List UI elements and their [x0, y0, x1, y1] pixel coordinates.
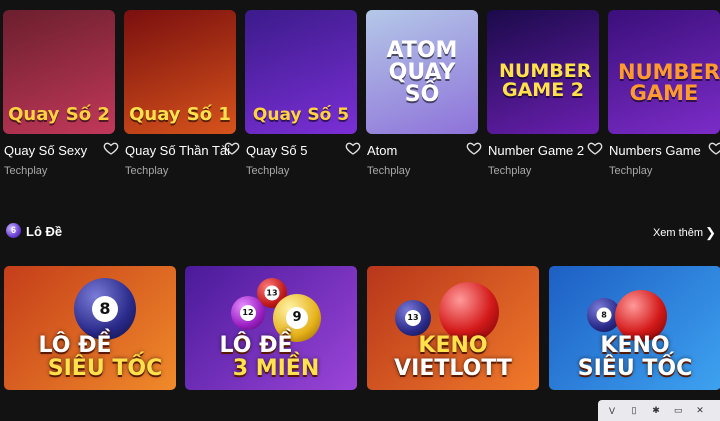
game-thumbnail-text: ATOM QUAY SỐ	[386, 38, 458, 107]
lottery-ball: 12	[231, 296, 265, 330]
game-thumbnail[interactable]: NUMBER GAME 2	[487, 10, 599, 134]
heart-icon[interactable]	[587, 140, 603, 156]
lottery-ball-icon: 6	[6, 223, 21, 238]
game-thumbnail[interactable]: NUMBER GAME	[608, 10, 720, 134]
lottery-banner-text: KENO VIETLOTT	[367, 334, 539, 380]
chevron-right-icon[interactable]: ❯	[705, 226, 716, 239]
game-thumbnail-text: Quay Số 5	[252, 105, 350, 125]
lottery-banner-line1: KENO	[600, 332, 670, 358]
game-provider: Techplay	[609, 165, 653, 177]
lottery-banner-line1: LÔ ĐỀ	[219, 332, 293, 358]
heart-icon[interactable]	[103, 140, 119, 156]
game-card[interactable]: Quay Số 5 Quay Số 5 Techplay	[245, 10, 361, 180]
lottery-ball-number: 8	[92, 296, 118, 322]
lottery-banner-line2: SIÊU TỐC	[577, 355, 693, 381]
system-toolbar: V ▯ ✱ ▭ ✕	[598, 400, 720, 421]
toolbar-item[interactable]: ✕	[696, 405, 704, 416]
game-thumbnail-text: Quay Số 1	[129, 104, 231, 125]
game-title[interactable]: Number Game 2	[488, 143, 584, 158]
heart-icon[interactable]	[466, 140, 482, 156]
game-provider: Techplay	[246, 165, 290, 177]
lottery-banner-line2: SIÊU TỐC	[47, 355, 163, 381]
game-grid: Quay Số 2 Quay Số Sexy Techplay Quay Số …	[3, 10, 720, 185]
lottery-ball-number: 13	[405, 310, 421, 326]
game-title[interactable]: Quay Số 5	[246, 143, 307, 158]
lottery-banner[interactable]: 13 12 9 LÔ ĐỀ 3 MIỀN	[185, 266, 357, 390]
see-more-link[interactable]: Xem thêm ❯	[653, 226, 716, 239]
game-thumbnail-text: NUMBER GAME 2	[499, 60, 592, 101]
lottery-ball-number: 8	[596, 307, 612, 323]
see-more-label[interactable]: Xem thêm	[653, 227, 703, 239]
game-card[interactable]: NUMBER GAME 2 Number Game 2 Techplay	[487, 10, 603, 180]
lottery-banner-row: 8 LÔ ĐỀ SIÊU TỐC 13 12 9 LÔ ĐỀ 3 MIỀN 13…	[4, 266, 720, 392]
game-provider: Techplay	[367, 165, 411, 177]
game-card[interactable]: NUMBER GAME Numbers Game Techplay	[608, 10, 720, 180]
lottery-banner-text: LÔ ĐỀ SIÊU TỐC	[4, 334, 176, 380]
game-thumbnail-text: NUMBER GAME	[618, 60, 720, 105]
lottery-banner-text: KENO SIÊU TỐC	[549, 334, 720, 380]
game-card[interactable]: Quay Số 1 Quay Số Thần Tài Techplay	[124, 10, 240, 180]
lottery-ball: 13	[395, 300, 431, 336]
lottery-banner[interactable]: 13 KENO VIETLOTT	[367, 266, 539, 390]
toolbar-item[interactable]: V	[608, 406, 616, 416]
section-title: Lô Đề	[26, 224, 63, 239]
heart-icon[interactable]	[224, 140, 240, 156]
lottery-banner-line1: LÔ ĐỀ	[38, 332, 112, 358]
game-provider: Techplay	[125, 165, 169, 177]
lottery-banner-line1: KENO	[418, 332, 488, 358]
game-provider: Techplay	[4, 165, 48, 177]
toolbar-item[interactable]: ▯	[630, 405, 638, 416]
toolbar-item[interactable]: ▭	[674, 405, 683, 416]
game-thumbnail-text: Quay Số 2	[8, 104, 110, 125]
game-thumbnail[interactable]: Quay Số 5	[245, 10, 357, 134]
lottery-banner[interactable]: 8 LÔ ĐỀ SIÊU TỐC	[4, 266, 176, 390]
game-title[interactable]: Atom	[367, 143, 397, 158]
game-provider: Techplay	[488, 165, 532, 177]
lottery-ball: 8	[74, 278, 136, 340]
lottery-ball-number: 9	[286, 307, 308, 329]
toolbar-item[interactable]: ✱	[652, 405, 660, 416]
lottery-banner[interactable]: 8 KENO SIÊU TỐC	[549, 266, 720, 390]
heart-icon[interactable]	[345, 140, 361, 156]
game-title[interactable]: Numbers Game	[609, 143, 701, 158]
heart-icon[interactable]	[708, 140, 720, 156]
game-thumbnail[interactable]: ATOM QUAY SỐ	[366, 10, 478, 134]
lottery-ball-number: 12	[240, 305, 256, 321]
game-thumbnail[interactable]: Quay Số 2	[3, 10, 115, 134]
game-thumbnail[interactable]: Quay Số 1	[124, 10, 236, 134]
lottery-banner-text: LÔ ĐỀ 3 MIỀN	[185, 334, 357, 380]
game-card[interactable]: ATOM QUAY SỐ Atom Techplay	[366, 10, 482, 180]
lottery-ball-number: 13	[264, 285, 280, 301]
lottery-banner-line2: VIETLOTT	[394, 355, 512, 381]
section-header: 6 Lô Đề Xem thêm ❯	[6, 222, 718, 242]
game-title[interactable]: Quay Số Sexy	[4, 143, 87, 158]
lottery-banner-line2: 3 MIỀN	[232, 355, 320, 381]
game-title[interactable]: Quay Số Thần Tài	[125, 143, 230, 158]
game-card[interactable]: Quay Số 2 Quay Số Sexy Techplay	[3, 10, 119, 180]
